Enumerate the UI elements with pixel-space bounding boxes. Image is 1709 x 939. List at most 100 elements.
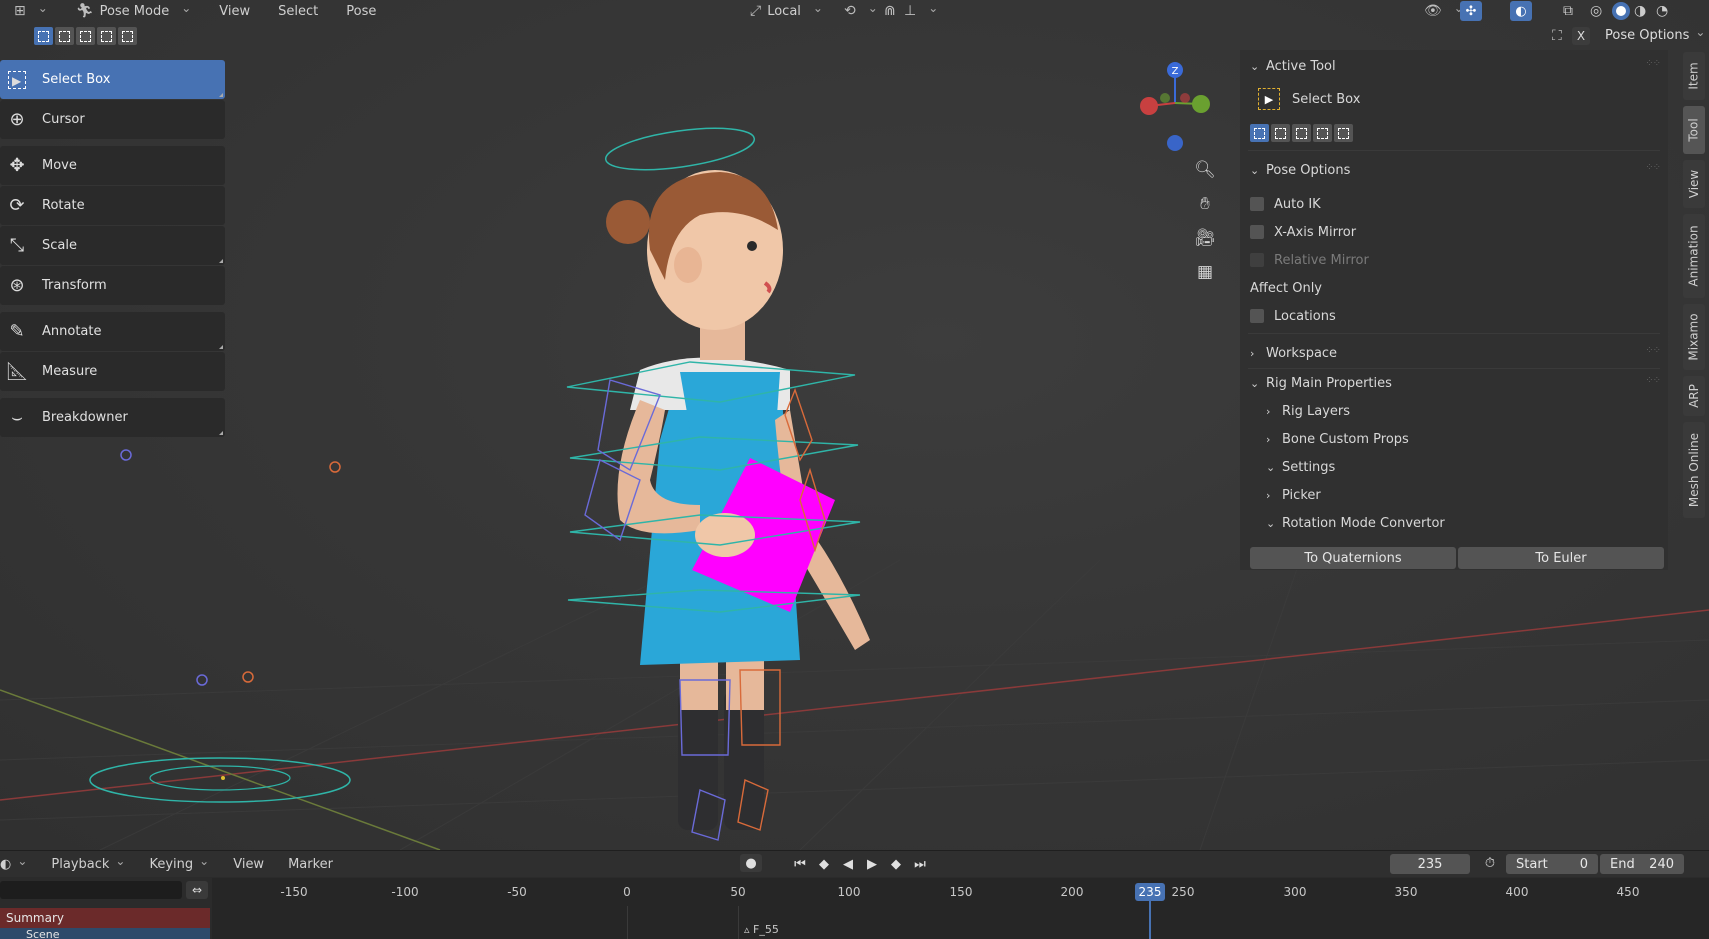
active-tool-header[interactable]: ⌄ Active Tool xyxy=(1250,55,1336,77)
x-mirror-button[interactable]: X xyxy=(1572,27,1590,45)
proportional-edit-dropdown[interactable]: ⊥ xyxy=(890,0,952,22)
tab-arp[interactable]: ARP xyxy=(1683,376,1705,416)
wireframe-shading-button[interactable]: ◎ xyxy=(1590,3,1602,19)
bone-custom-props-subpanel[interactable]: › Bone Custom Props xyxy=(1266,428,1409,450)
select-subtract-button[interactable] xyxy=(76,27,95,45)
playback-menu[interactable]: Playback xyxy=(39,857,137,872)
tool-annotate[interactable]: ✎ Annotate xyxy=(0,312,225,351)
record-icon: ● xyxy=(745,855,757,871)
gizmo-toggle-button[interactable]: ✣ xyxy=(1460,1,1482,21)
pan-view-button[interactable]: ✋︎ xyxy=(1192,191,1218,217)
panel-select-subtract-button[interactable] xyxy=(1292,124,1311,142)
solid-shading-icon xyxy=(1616,6,1626,16)
auto-keying-toggle[interactable]: ● xyxy=(740,854,762,872)
menu-pose[interactable]: Pose xyxy=(332,0,390,22)
end-frame-field[interactable]: End 240 xyxy=(1600,854,1684,874)
tool-transform[interactable]: ⊛ Transform xyxy=(0,266,225,305)
gizmo-y-axis[interactable] xyxy=(1192,95,1210,113)
rotation-mode-subpanel[interactable]: ⌄ Rotation Mode Convertor xyxy=(1266,512,1445,534)
play-reverse-icon: ◀ xyxy=(843,856,853,872)
tab-item[interactable]: Item xyxy=(1683,52,1705,100)
navigation-gizmo[interactable]: Z xyxy=(1135,58,1215,158)
play-reverse-button[interactable]: ◀ xyxy=(838,855,858,873)
snap-options-icon[interactable]: ⛶ xyxy=(1552,28,1562,44)
preview-range-toggle[interactable]: ⏱ xyxy=(1480,854,1500,872)
transform-orientation-dropdown[interactable]: ⤢ Local xyxy=(736,0,837,22)
panel-select-invert-button[interactable] xyxy=(1313,124,1332,142)
tool-rotate[interactable]: ⟳ Rotate xyxy=(0,186,225,225)
panel-select-new-button[interactable] xyxy=(1250,124,1269,142)
tool-move[interactable]: ✥ Move xyxy=(0,146,225,185)
tool-select-box[interactable]: ▶ Select Box xyxy=(0,60,225,99)
prev-keyframe-button[interactable]: ◆ xyxy=(814,855,834,873)
ruler-tick: 450 xyxy=(1616,885,1640,899)
locations-checkbox[interactable]: Locations xyxy=(1250,305,1336,327)
keying-menu[interactable]: Keying xyxy=(137,857,221,872)
tab-tool[interactable]: Tool xyxy=(1683,106,1705,154)
play-button[interactable]: ▶ xyxy=(862,855,882,873)
timeline-view-menu[interactable]: View xyxy=(221,857,276,872)
zoom-view-button[interactable]: 🔍︎ xyxy=(1192,157,1218,183)
tool-cursor[interactable]: ⊕ Cursor xyxy=(0,100,225,139)
pose-options-dropdown[interactable]: Pose Options xyxy=(1605,28,1705,43)
tab-mixamo[interactable]: Mixamo xyxy=(1683,304,1705,370)
x-axis-mirror-checkbox[interactable]: X-Axis Mirror xyxy=(1250,221,1356,243)
pose-options-header[interactable]: ⌄ Pose Options xyxy=(1250,159,1350,181)
tool-scale[interactable]: ⤡ Scale xyxy=(0,226,225,265)
tool-measure[interactable]: 📐︎ Measure xyxy=(0,352,225,391)
channel-search-input[interactable] xyxy=(0,881,182,899)
chevron-down-icon: ⌄ xyxy=(1266,516,1276,530)
frame-ruler[interactable]: -150 -100 -50 0 50 100 150 200 250 300 3… xyxy=(212,878,1709,939)
select-invert-button[interactable] xyxy=(97,27,116,45)
tab-mesh-online[interactable]: Mesh Online xyxy=(1683,422,1705,518)
timeline-marker[interactable]: ▵ F_55 xyxy=(744,923,779,936)
jump-end-button[interactable]: ⏭ xyxy=(910,855,930,873)
camera-view-button[interactable]: 🎥︎ xyxy=(1192,225,1218,251)
panel-title: Pose Options xyxy=(1266,162,1351,178)
jump-start-button[interactable]: ⏮ xyxy=(790,855,810,873)
menu-view[interactable]: View xyxy=(205,0,264,22)
editor-type-button[interactable]: ⊞ xyxy=(0,0,62,22)
playhead-frame[interactable]: 235 xyxy=(1135,883,1165,901)
tab-view[interactable]: View xyxy=(1683,160,1705,208)
gizmo-x-axis[interactable] xyxy=(1140,97,1158,115)
next-keyframe-button[interactable]: ◆ xyxy=(886,855,906,873)
checkbox-box xyxy=(1250,225,1264,239)
gizmo-neg-z-axis[interactable] xyxy=(1167,135,1183,151)
select-intersect-button[interactable] xyxy=(118,27,137,45)
select-new-button[interactable] xyxy=(34,27,53,45)
overlay-toggle-button[interactable]: ◐ xyxy=(1510,1,1532,21)
tool-label: Breakdowner xyxy=(42,410,128,425)
ruler-tick: 250 xyxy=(1171,885,1195,899)
solid-shading-button[interactable] xyxy=(1612,2,1630,20)
swap-filter-button[interactable]: ⇔ xyxy=(186,881,208,899)
tool-label: Rotate xyxy=(42,198,85,213)
picker-subpanel[interactable]: › Picker xyxy=(1266,484,1321,506)
panel-select-intersect-button[interactable] xyxy=(1334,124,1353,142)
tab-animation[interactable]: Animation xyxy=(1683,214,1705,298)
scale-icon: ⤡ xyxy=(9,235,25,256)
marker-menu[interactable]: Marker xyxy=(276,857,345,872)
settings-subpanel[interactable]: ⌄ Settings xyxy=(1266,456,1335,478)
panel-select-extend-button[interactable] xyxy=(1271,124,1290,142)
select-extend-button[interactable] xyxy=(55,27,74,45)
current-frame-field[interactable]: 235 xyxy=(1390,854,1470,874)
rig-main-properties-header[interactable]: ⌄ Rig Main Properties xyxy=(1250,372,1392,394)
perspective-toggle-button[interactable]: ▦ xyxy=(1192,259,1218,285)
to-quaternions-button[interactable]: To Quaternions xyxy=(1250,547,1456,569)
rig-layers-subpanel[interactable]: › Rig Layers xyxy=(1266,400,1350,422)
active-tool-select-mode xyxy=(1250,124,1353,142)
mode-dropdown[interactable]: 🏃︎ Pose Mode xyxy=(62,0,206,22)
menu-select[interactable]: Select xyxy=(264,0,332,22)
tool-breakdowner[interactable]: ⌣ Breakdowner xyxy=(0,398,225,437)
auto-ik-checkbox[interactable]: Auto IK xyxy=(1250,193,1321,215)
material-shading-button[interactable]: ◑ xyxy=(1634,3,1646,19)
rendered-shading-button[interactable]: ◔ xyxy=(1656,3,1668,19)
summary-channel[interactable]: Summary xyxy=(0,908,210,928)
start-frame-field[interactable]: Start 0 xyxy=(1506,854,1598,874)
workspace-header[interactable]: › Workspace xyxy=(1250,342,1337,364)
timeline-editor-type[interactable]: ◐ xyxy=(0,857,39,872)
scene-channel[interactable]: Scene xyxy=(0,928,210,939)
xray-toggle[interactable]: ⧉ xyxy=(1563,3,1573,19)
to-euler-button[interactable]: To Euler xyxy=(1458,547,1664,569)
